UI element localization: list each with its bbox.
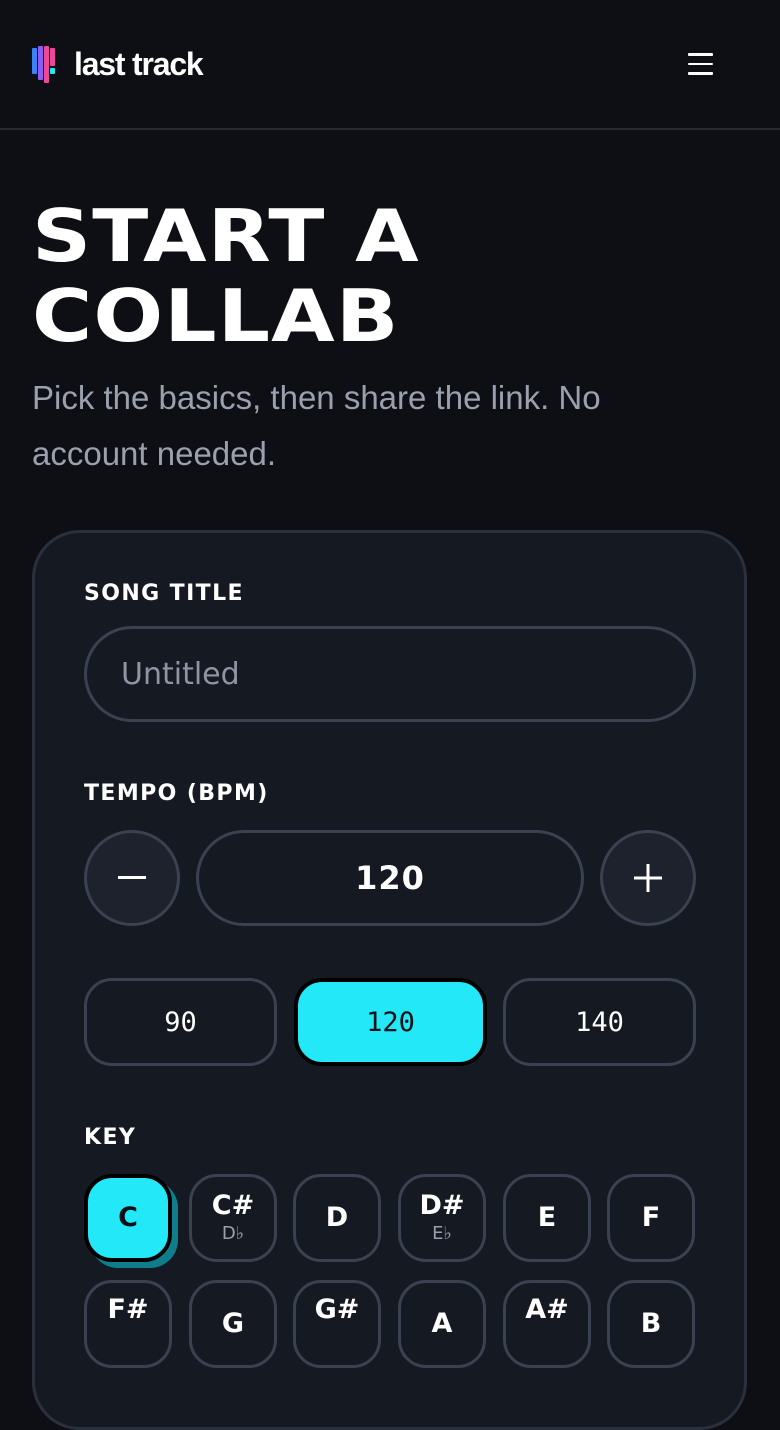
tempo-decrement-button[interactable]	[84, 830, 180, 926]
key-name: F#	[107, 1294, 149, 1325]
key-button-a[interactable]: A	[398, 1280, 486, 1368]
key-name: C	[118, 1202, 138, 1233]
tempo-increment-button[interactable]	[600, 830, 696, 926]
key-name: F	[641, 1202, 661, 1233]
key-button-c[interactable]: C	[84, 1174, 172, 1262]
song-title-label: SONG TITLE	[84, 581, 244, 606]
tempo-preset-90[interactable]: 90	[84, 978, 277, 1066]
hamburger-menu-icon[interactable]	[680, 44, 720, 84]
key-enharmonic: D♭	[221, 1223, 245, 1244]
key-name: C#	[211, 1190, 255, 1221]
tempo-preset-140[interactable]: 140	[503, 978, 696, 1066]
logo[interactable]: last track	[32, 45, 204, 83]
key-button-c-sharp[interactable]: C# D♭	[189, 1174, 277, 1262]
page-subtitle: Pick the basics, then share the link. No…	[32, 379, 601, 472]
key-label: KEY	[84, 1125, 137, 1150]
tempo-preset-120[interactable]: 120	[294, 978, 487, 1066]
key-button-g[interactable]: G	[189, 1280, 277, 1368]
key-name: D#	[419, 1190, 465, 1221]
tempo-label: TEMPO (BPM)	[84, 781, 269, 806]
key-button-f[interactable]: F	[607, 1174, 695, 1262]
top-header: last track	[0, 0, 780, 130]
logo-bars-icon	[32, 45, 60, 83]
key-name: G#	[314, 1294, 360, 1325]
key-enharmonic: E♭	[432, 1223, 452, 1244]
key-button-a-sharp[interactable]: A#	[503, 1280, 591, 1368]
key-name: B	[640, 1308, 662, 1339]
key-name: G	[221, 1308, 245, 1339]
key-button-b[interactable]: B	[607, 1280, 695, 1368]
page-title-line-2: COLLAB	[32, 274, 400, 358]
key-name: A#	[525, 1294, 569, 1325]
minus-icon	[118, 876, 146, 879]
key-button-d[interactable]: D	[293, 1174, 381, 1262]
key-name: D	[325, 1202, 349, 1233]
key-name: E	[537, 1202, 557, 1233]
logo-text: last track	[74, 46, 204, 82]
key-button-g-sharp[interactable]: G#	[293, 1280, 381, 1368]
tempo-value-display[interactable]: 120	[196, 830, 584, 926]
key-button-f-sharp[interactable]: F#	[84, 1280, 172, 1368]
plus-icon	[634, 864, 662, 892]
page-title: START A COLLAB	[32, 196, 780, 356]
song-title-input[interactable]	[84, 626, 696, 722]
page-title-line-1: START A	[32, 194, 420, 278]
key-name: A	[431, 1308, 453, 1339]
key-button-d-sharp[interactable]: D# E♭	[398, 1174, 486, 1262]
key-button-e[interactable]: E	[503, 1174, 591, 1262]
